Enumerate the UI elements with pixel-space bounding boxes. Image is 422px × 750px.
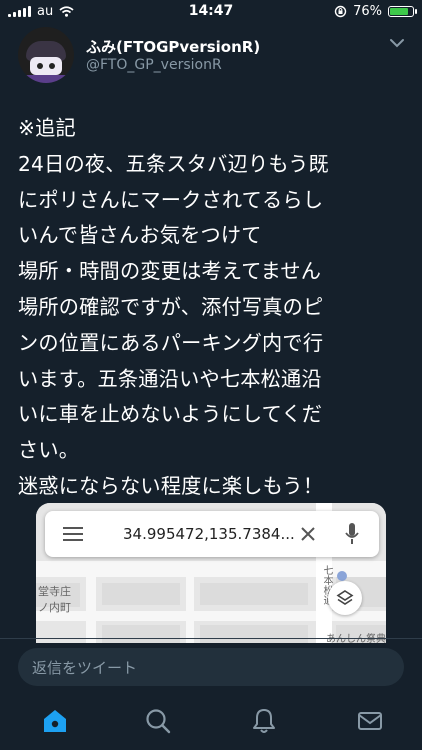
map-search-query[interactable]: 34.995472,135.7384... (123, 525, 295, 543)
display-name[interactable]: ふみ(FTOGPversionR) (86, 36, 260, 57)
avatar[interactable] (18, 27, 74, 83)
attached-map-image[interactable]: 堂寺庄 ノ内町 七本松通 あんしん祭典 34.995472,135.7384..… (36, 503, 386, 643)
tweet-text-line: います。五条通沿いや七本松通沿 (18, 366, 322, 391)
map-place-label: あんしん祭典 (326, 630, 386, 643)
mail-icon[interactable] (355, 706, 385, 736)
tweet-text-line: いんで皆さんお気をつけて (18, 223, 262, 248)
reply-placeholder: 返信をツイート (32, 659, 138, 677)
orientation-lock-icon (334, 5, 347, 18)
tweet-text: ※追記 24日の夜、五条スタバ辺りもう既 にポリさんにマークされてるらし いんで… (18, 111, 413, 505)
close-icon[interactable] (300, 526, 316, 542)
battery-percent: 76% (353, 4, 382, 19)
battery-icon (388, 6, 417, 17)
microphone-icon[interactable] (345, 523, 359, 545)
bottom-tab-bar (0, 696, 422, 750)
tweet-text-line: 迷惑にならない程度に楽しもう！ (18, 473, 324, 498)
chevron-down-icon[interactable] (388, 36, 406, 50)
tweet-text-line: 場所の確認ですが、添付写真のピ (18, 294, 324, 319)
reply-input[interactable]: 返信をツイート (18, 648, 404, 686)
map-place-label: ノ内町 (38, 601, 71, 614)
tweet-text-line: ンの位置にあるパーキング内で行 (18, 330, 324, 355)
hamburger-menu-icon[interactable] (63, 526, 83, 542)
user-handle[interactable]: @FTO_GP_versionR (86, 57, 222, 73)
tweet-text-line: ※追記 (18, 116, 76, 140)
layers-icon (336, 590, 354, 605)
tweet-header: ふみ(FTOGPversionR) @FTO_GP_versionR (18, 24, 408, 90)
home-icon[interactable] (40, 706, 70, 736)
tweet-text-line: にポリさんにマークされてるらし (18, 187, 324, 212)
battery-level-fill (390, 8, 409, 15)
divider (0, 638, 422, 639)
tweet-text-line: 場所・時間の変更は考えてません (18, 259, 322, 284)
tweet-text-line: さい。 (18, 438, 80, 463)
bell-icon[interactable] (249, 706, 279, 736)
map-layers-button[interactable] (328, 581, 362, 615)
map-place-label: 堂寺庄 (38, 585, 71, 598)
tweet-text-line: いに車を止めないようにしてくだ (18, 402, 323, 427)
map-search-bar[interactable]: 34.995472,135.7384... (45, 511, 379, 557)
search-icon[interactable] (143, 706, 173, 736)
status-bar: au 14:47 76% (0, 0, 422, 24)
tweet-text-line: 24日の夜、五条スタバ辺りもう既 (18, 151, 329, 176)
status-right: 76% (334, 4, 417, 19)
